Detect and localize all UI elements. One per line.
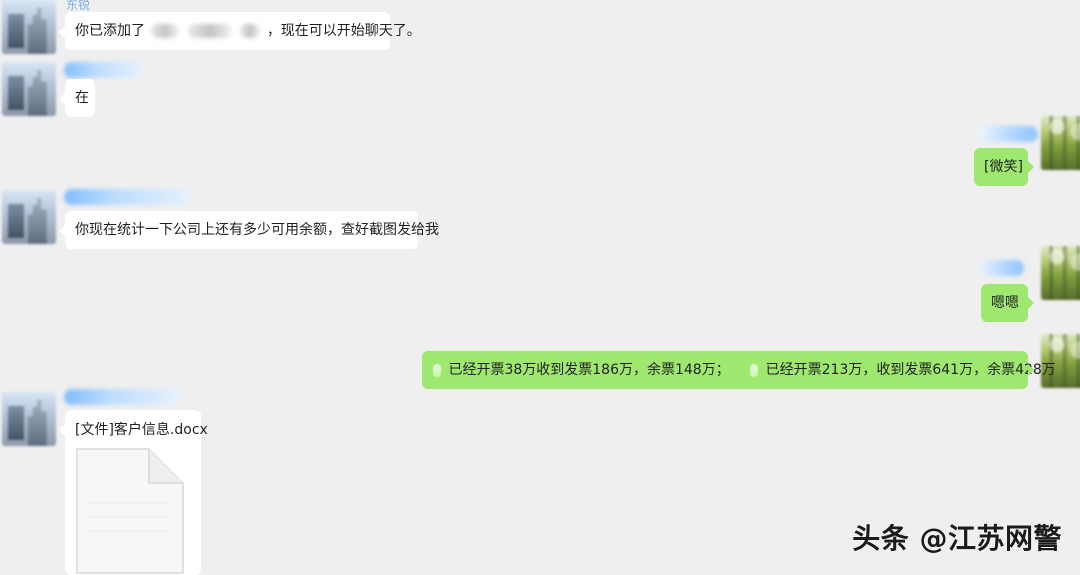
contact-avatar[interactable] [2,392,56,446]
self-avatar[interactable] [1041,334,1080,388]
outgoing-message-text: [微笑] [984,159,1023,175]
outgoing-message-bubble: [微笑] [974,148,1034,186]
redacted-name [240,24,261,38]
file-message-card[interactable]: [文件]客户信息.docx [59,410,208,575]
outgoing-message-text: 嗯嗯 [991,295,1019,311]
system-message-suffix: ，现在可以开始聊天了。 [266,23,421,39]
redacted-prefix [433,363,441,377]
outgoing-message-bubble: 嗯嗯 [981,284,1034,322]
redacted-name [187,24,232,38]
self-name-blur [978,126,1038,142]
system-message-prefix: 你已添加了 [75,23,145,39]
file-label: [文件]客户信息.docx [75,422,208,438]
incoming-message-text: 在 [75,90,89,106]
outgoing-message-text-part2: 已经开票213万，收到发票641万，余票428万 [765,362,1056,378]
contact-name-blur [64,389,180,405]
incoming-message-bubble: 在 [59,79,95,117]
outgoing-message-text-part1: 已经开票38万收到发票186万，余票148万； [448,362,730,378]
chat-window: 东锐 你已添加了 ，现在可以开始聊天了。 在 你现在统计一下公司上还有多少可用余… [0,0,1080,575]
contact-avatar[interactable] [2,190,56,244]
self-avatar[interactable] [1041,246,1080,300]
incoming-message-bubble: 你现在统计一下公司上还有多少可用余额，查好截图发给我 [59,211,439,249]
watermark: 头条 @江苏网警 [852,522,1062,555]
self-avatar[interactable] [1041,116,1080,170]
contact-avatar[interactable] [2,62,56,116]
document-icon [76,448,184,574]
redacted-name [151,24,180,38]
self-name-blur [978,260,1024,276]
redacted-prefix [750,363,759,377]
contact-name-blur [64,189,192,205]
contact-name-blur [64,62,144,78]
incoming-message-text: 你现在统计一下公司上还有多少可用余额，查好截图发给我 [75,222,439,238]
system-message-bubble: 你已添加了 ，现在可以开始聊天了。 [59,12,421,50]
contact-avatar[interactable] [2,0,56,54]
outgoing-message-bubble: 已经开票38万收到发票186万，余票148万； 已经开票213万，收到发票641… [422,351,1056,389]
